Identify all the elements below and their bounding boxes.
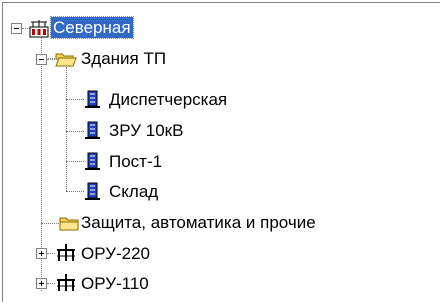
expand-toggle[interactable]: [36, 248, 47, 259]
building-icon: [85, 182, 100, 200]
tree-node-protection[interactable]: Защита, автоматика и прочие: [79, 212, 318, 233]
folder-icon: [59, 217, 79, 231]
collapse-toggle[interactable]: [36, 54, 47, 65]
tree-node-oru[interactable]: ОРУ-220: [79, 243, 152, 264]
folder-open-icon: [55, 53, 77, 67]
tree-node-building[interactable]: Пост-1: [107, 151, 164, 172]
building-icon: [85, 152, 100, 170]
substation-icon: [29, 20, 49, 38]
tree-node-root[interactable]: Северная: [50, 16, 134, 39]
switchgear-icon: [57, 274, 75, 291]
switchgear-icon: [57, 244, 75, 261]
tree-node-building[interactable]: Диспетчерская: [107, 89, 229, 110]
tree-node-building[interactable]: ЗРУ 10кВ: [107, 120, 185, 141]
building-icon: [85, 121, 100, 139]
tree-node-building[interactable]: Склад: [107, 181, 160, 202]
tree-node-oru[interactable]: ОРУ-110: [79, 273, 151, 294]
expand-toggle[interactable]: [36, 278, 47, 289]
building-icon: [85, 90, 100, 108]
tree-node-buildings[interactable]: Здания ТП: [79, 48, 168, 69]
tree-view[interactable]: Северная Здания ТП Диспетчерская ЗРУ 10к…: [2, 2, 440, 302]
collapse-toggle[interactable]: [11, 23, 22, 34]
